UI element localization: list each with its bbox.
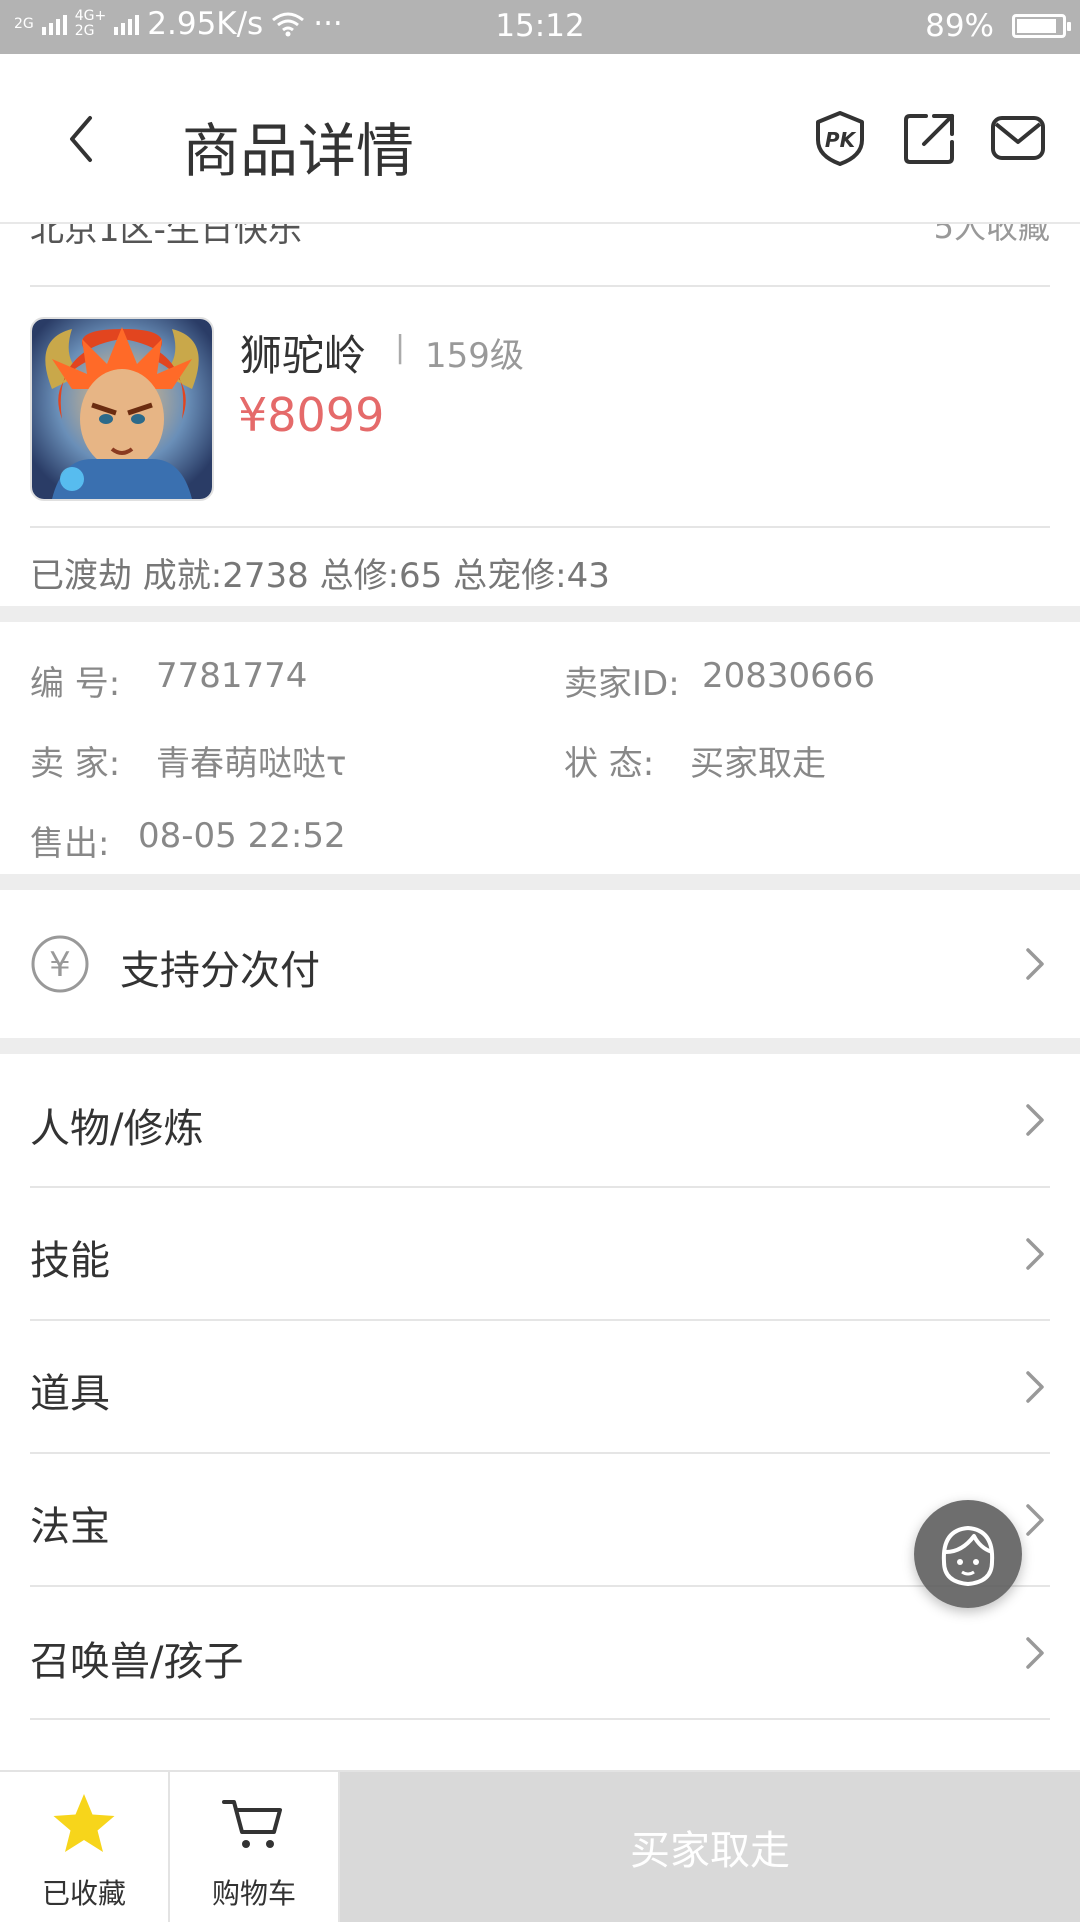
battery-percent: 89% <box>925 8 994 44</box>
svg-text:¥: ¥ <box>49 945 71 985</box>
sold-time-label: 售出: <box>30 824 110 864</box>
message-mail-icon[interactable] <box>990 110 1046 166</box>
menu-item-label: 道具 <box>30 1371 110 1417</box>
pk-label: PK <box>825 128 857 152</box>
seller-id-label: 卖家ID: <box>564 664 680 704</box>
chevron-right-icon <box>1026 1371 1044 1403</box>
section-separator <box>0 1038 1080 1054</box>
section-separator <box>0 606 1080 622</box>
divider <box>30 1718 1050 1720</box>
bottom-action-bar: 已收藏 购物车 买家取走 <box>0 1770 1080 1922</box>
price: ¥8099 <box>238 388 385 442</box>
status-time: 15:12 <box>495 8 585 44</box>
pk-compare-button[interactable]: PK <box>812 110 868 166</box>
yuan-circle-icon: ¥ <box>31 935 89 993</box>
character-stats: 已渡劫 成就:2738 总修:65 总宠修:43 <box>30 556 610 596</box>
section-separator <box>0 874 1080 890</box>
character-level: 159级 <box>425 336 524 376</box>
seller-id-value: 20830666 <box>702 656 876 696</box>
server-row: 北京1区-生日快乐 5人收藏 <box>0 224 1080 286</box>
menu-item-character[interactable]: 人物/修炼 <box>0 1054 1080 1186</box>
divider <box>30 285 1050 287</box>
name-divider: | <box>395 330 406 365</box>
favorite-label: 已收藏 <box>41 1877 126 1910</box>
cart-tab[interactable]: 购物车 <box>170 1772 340 1922</box>
status-value: 买家取走 <box>690 744 826 784</box>
favorite-tab[interactable]: 已收藏 <box>0 1772 170 1922</box>
installment-label: 支持分次付 <box>120 948 320 994</box>
status-bar: 2G 4G+ 2G 2.95K/s ··· 15:12 89% <box>0 0 1080 54</box>
seller-label: 卖 家: <box>30 744 121 784</box>
page-title: 商品详情 <box>182 117 415 185</box>
status-label: 状 态: <box>564 744 655 784</box>
menu-item-label: 召唤兽/孩子 <box>30 1639 244 1685</box>
server-name: 北京1区-生日快乐 <box>30 224 302 250</box>
menu-item-label: 法宝 <box>30 1504 110 1550</box>
battery-icon <box>1012 14 1071 38</box>
chevron-right-icon <box>1026 1238 1044 1270</box>
listing-id-value: 7781774 <box>156 656 308 696</box>
customer-service-girl-icon <box>941 1525 995 1587</box>
lion-character-portrait <box>32 319 212 499</box>
shopping-cart-icon <box>222 1800 282 1848</box>
share-icon[interactable] <box>902 110 958 166</box>
listing-id-label: 编 号: <box>30 664 121 704</box>
menu-item-items[interactable]: 道具 <box>0 1321 1080 1453</box>
star-icon <box>53 1794 115 1852</box>
favorite-count: 5人收藏 <box>933 224 1050 246</box>
nav-header: 商品详情 PK <box>0 54 1080 224</box>
divider <box>30 526 1050 528</box>
battery-fill <box>1017 19 1056 33</box>
character-name: 狮驼岭 <box>240 331 367 380</box>
customer-service-button[interactable] <box>914 1500 1022 1608</box>
installment-row[interactable]: ¥ 支持分次付 <box>0 890 1080 1038</box>
status-right: 89% <box>925 8 1071 44</box>
menu-item-skills[interactable]: 技能 <box>0 1188 1080 1320</box>
seller-name: 青春萌哒哒τ <box>156 744 347 784</box>
chevron-right-icon <box>1026 1104 1044 1136</box>
buyer-taken-button[interactable]: 买家取走 <box>340 1772 1080 1922</box>
character-avatar <box>30 317 214 501</box>
sold-time-value: 08-05 22:52 <box>138 816 346 856</box>
pk-shield-icon: PK <box>816 111 864 166</box>
chevron-right-icon <box>1026 1504 1044 1536</box>
menu-item-label: 技能 <box>30 1238 110 1284</box>
menu-item-label: 人物/修炼 <box>30 1106 204 1152</box>
back-arrow-icon[interactable] <box>62 114 102 164</box>
chevron-right-icon <box>1026 1637 1044 1669</box>
chevron-right-icon <box>1026 948 1044 980</box>
cart-label: 购物车 <box>211 1877 296 1910</box>
